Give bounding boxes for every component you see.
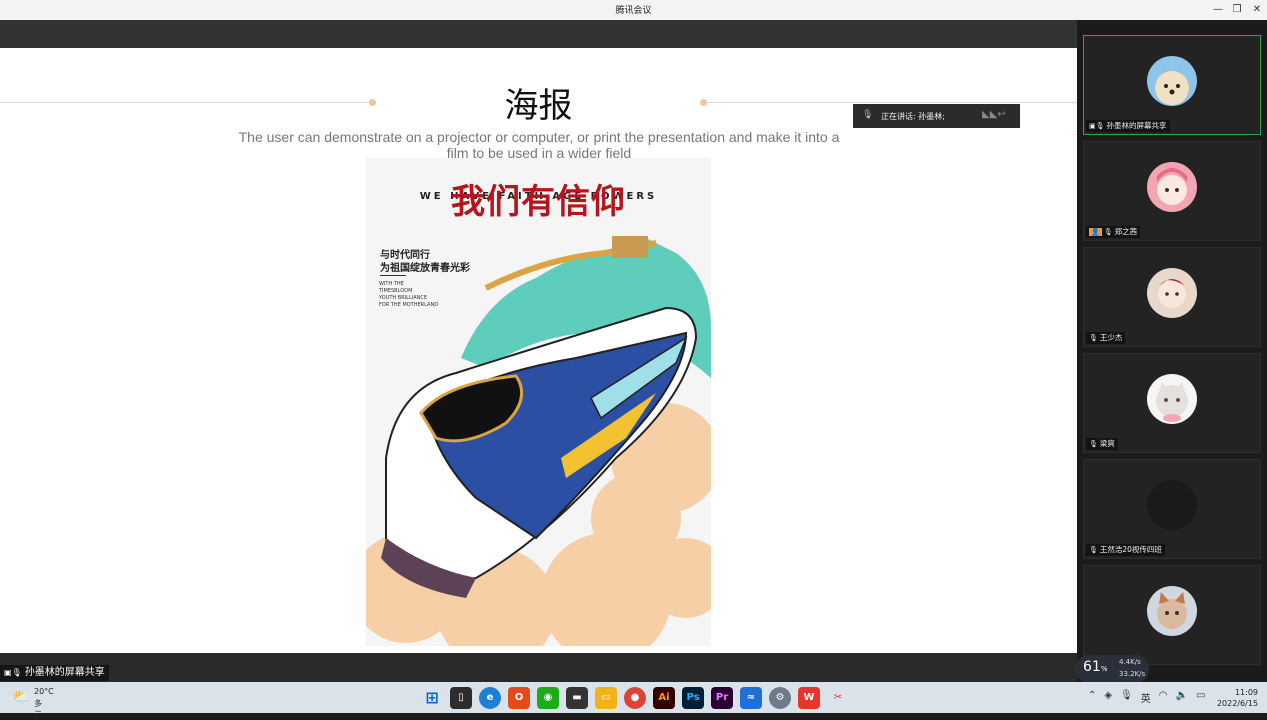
cat-avatar <box>1147 374 1197 424</box>
system-tray: ⌃ ◈ 🎙 英 ◠ 🔈 ▭ <box>1088 690 1205 705</box>
chevron-up-icon[interactable]: ⌃ <box>1088 690 1096 705</box>
close-button[interactable]: ✕ <box>1248 2 1266 18</box>
poster-small-line: WITH THE <box>379 281 404 287</box>
minimize-button[interactable]: — <box>1209 2 1227 18</box>
slide-subtitle: The user can demonstrate on a projector … <box>238 129 840 161</box>
poster-small-line: YOUTH BRILLIANCE <box>379 295 428 301</box>
upload-speed: 4.4K/s <box>1119 658 1141 666</box>
screen-share-label: ▣🎙 孙墨林的屏幕共享 <box>0 665 109 681</box>
window-title: 腾讯会议 <box>615 6 652 16</box>
participant-name: 🎙 王然浩20视传四班 <box>1086 544 1165 556</box>
speaker-icon[interactable]: 🔈 <box>1176 690 1188 705</box>
speaking-label: 正在讲话: 孙墨林; <box>881 112 945 121</box>
fox-avatar <box>1147 586 1197 636</box>
participant-tile[interactable]: ▣🎙 孙墨林的屏幕共享 <box>1083 35 1261 135</box>
poster-slogan-line2: 为祖国绽放青春光彩 <box>380 263 470 274</box>
microphone-icon[interactable]: 🎙 <box>1120 690 1133 705</box>
weather-temp: 20°C <box>34 687 54 696</box>
file-explorer-icon[interactable]: ▭ <box>595 687 617 709</box>
download-speed: 33.2K/s <box>1119 670 1146 678</box>
windows-start-icon[interactable]: ⊞ <box>421 687 443 709</box>
speaking-indicator: 🎙 正在讲话: 孙墨林; ◣◣↩ <box>853 104 1020 128</box>
anime-avatar <box>1147 268 1197 318</box>
camera-icon[interactable]: ▰ <box>118 651 136 653</box>
illustrator-icon[interactable]: Ai <box>653 687 675 709</box>
poster-small-line: FOR THE MOTHERLAND <box>379 302 439 308</box>
wps-icon[interactable]: W <box>798 687 820 709</box>
cpu-usage: 61% <box>1083 659 1108 675</box>
clock[interactable]: 11:09 2022/6/15 <box>1214 687 1258 709</box>
previous-slide-icon[interactable]: ◀ <box>14 651 32 653</box>
shared-screen-stage: 海报 The user can demonstrate on a project… <box>0 20 1077 682</box>
mic-icon: 🎙 <box>1089 546 1098 554</box>
poster-title-cn: 我们有信仰 <box>451 182 626 222</box>
mic-icon: 🎙 <box>1103 228 1113 236</box>
participant-tile[interactable]: 🎙 梁爽 <box>1083 353 1261 453</box>
poster-small-line: TIMESBLOOM <box>379 288 413 294</box>
blank-avatar <box>1147 480 1197 530</box>
title-bar: 腾讯会议 — ❐ ✕ <box>0 0 1267 20</box>
battery-icon[interactable]: ▭ <box>1196 690 1205 705</box>
taskbar-apps: ⊞ ▯ e O ◉ ▬ ▭ ● Ai Ps Pr ≈ ⚙ W ✂ <box>421 687 849 709</box>
participant-name: 👤 🎙 郑之茜 <box>1086 226 1141 238</box>
photoshop-icon[interactable]: Ps <box>682 687 704 709</box>
security-icon[interactable]: ◈ <box>1104 690 1112 705</box>
more-icon[interactable]: ⋯ <box>170 651 188 653</box>
poster-illustration <box>366 158 711 646</box>
clock-date: 2022/6/15 <box>1216 699 1258 708</box>
restore-button[interactable]: ❐ <box>1228 2 1246 18</box>
next-slide-icon[interactable]: ▶ <box>40 651 58 653</box>
participant-name: 🎙 王少杰 <box>1086 332 1126 344</box>
poster-small-text: WITH THE TIMESBLOOM YOUTH BRILLIANCE FOR… <box>379 281 438 309</box>
mic-icon: 🎙 <box>1089 440 1098 448</box>
tencent-meeting-icon[interactable]: ≈ <box>740 687 762 709</box>
participant-tile[interactable]: 🎙 王少杰 <box>1083 247 1261 347</box>
poster-image: WE HAVE FAITH AGE POWERS 我们有信仰 与时代同行 为祖国… <box>366 158 711 646</box>
participant-tile[interactable]: 👤 🎙 郑之茜 <box>1083 141 1261 241</box>
screen-share-icon: ▣🎙 <box>4 668 22 677</box>
weather-icon: ⛅ <box>12 689 30 705</box>
mic-icon: 🎙 <box>862 110 874 120</box>
presentation-slide: 海报 The user can demonstrate on a project… <box>0 48 1077 653</box>
notes-icon[interactable]: ▬ <box>566 687 588 709</box>
signal-icon[interactable]: ◣◣↩ <box>982 109 1006 120</box>
dog-avatar <box>1147 56 1197 106</box>
pen-icon[interactable]: ✎ <box>66 651 84 653</box>
user-icon: 👤 <box>1089 228 1102 236</box>
clock-time: 11:09 <box>1234 688 1258 697</box>
participant-tile[interactable]: 🎙 王然浩20视传四班 <box>1083 459 1261 559</box>
participant-panel: ▣🎙 孙墨林的屏幕共享 👤 🎙 郑之茜 🎙 王少杰 🎙 梁爽 🎙 王然浩20视传四班 <box>1077 20 1267 682</box>
taskbar: ⛅ 20°C 多云 ⊞ ▯ e O ◉ ▬ ▭ ● Ai Ps Pr ≈ ⚙ W… <box>0 682 1267 719</box>
snipping-tool-icon[interactable]: ✂ <box>827 687 849 709</box>
anime-girl-avatar <box>1147 162 1197 212</box>
participant-name: 🎙 梁爽 <box>1086 438 1118 450</box>
task-view-icon[interactable]: ▯ <box>450 687 472 709</box>
wifi-icon[interactable]: ◠ <box>1159 690 1168 705</box>
wechat-icon[interactable]: ◉ <box>537 687 559 709</box>
settings-icon[interactable]: ⚙ <box>769 687 791 709</box>
screen-share-name: 孙墨林的屏幕共享 <box>24 667 105 678</box>
chrome-icon[interactable]: ● <box>624 687 646 709</box>
office-icon[interactable]: O <box>508 687 530 709</box>
presentation-toolbar: ◀ ▶ ✎ ⌖ ▰ ▤ ⋯ <box>14 651 188 653</box>
ime-indicator[interactable]: 英 <box>1141 690 1151 705</box>
stage-top-bar <box>0 20 1077 48</box>
wall-tower <box>612 236 648 258</box>
performance-widget[interactable]: 61% 4.4K/s 33.2K/s <box>1075 655 1149 683</box>
weather-desc: 多云 <box>34 699 42 719</box>
edge-icon[interactable]: e <box>479 687 501 709</box>
mic-icon: 🎙 <box>1089 334 1098 342</box>
screen-share-mic-icon: ▣🎙 <box>1089 122 1105 130</box>
poster-slogan-rule <box>380 275 406 276</box>
premiere-icon[interactable]: Pr <box>711 687 733 709</box>
focus-icon[interactable]: ⌖ <box>92 651 110 653</box>
participant-tile[interactable] <box>1083 565 1261 665</box>
participant-name: ▣🎙 孙墨林的屏幕共享 <box>1086 120 1170 132</box>
comment-icon[interactable]: ▤ <box>144 651 162 653</box>
